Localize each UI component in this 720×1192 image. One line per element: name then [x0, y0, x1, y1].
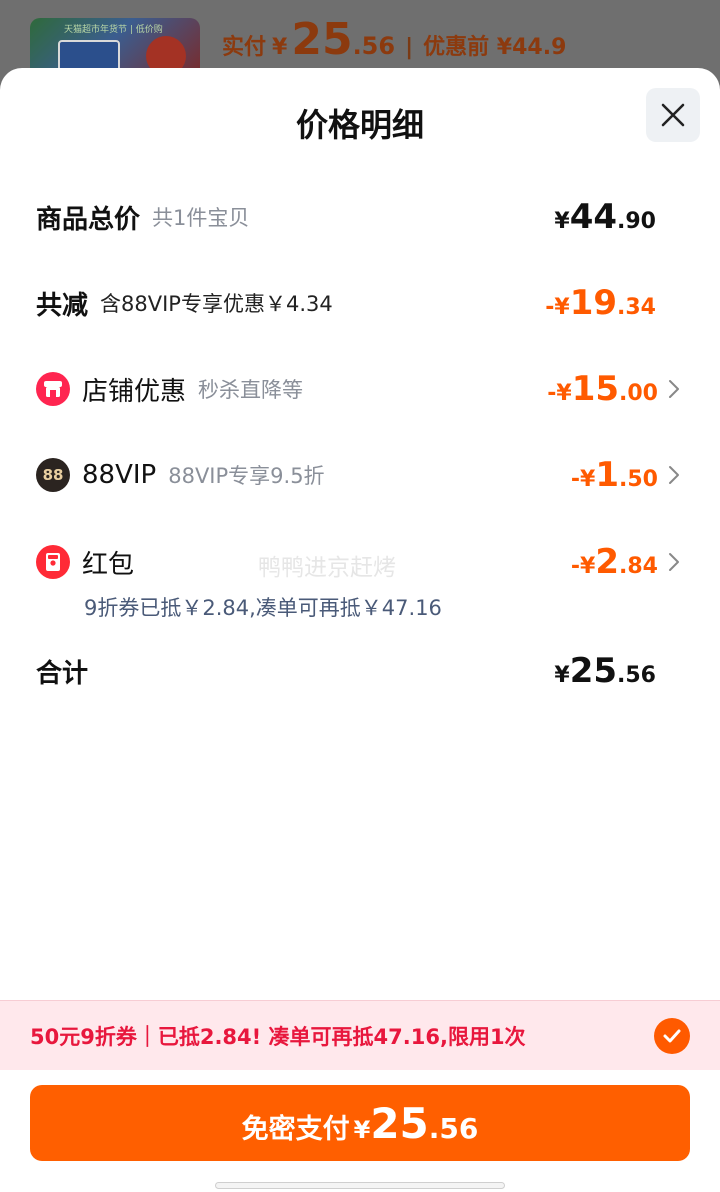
- paid-yen: ¥: [272, 35, 288, 60]
- vip-discount-label: 88VIP: [82, 460, 157, 490]
- sum-amount: ¥ 25 .56: [554, 651, 656, 691]
- vip-discount-decimal: .50: [619, 467, 658, 492]
- red-packet-icon: [36, 545, 70, 579]
- shop-discount-yen: -¥: [547, 381, 572, 406]
- shop-discount-row[interactable]: 店铺优惠 秒杀直降等 -¥ 15 .00: [36, 361, 684, 417]
- goods-count: 共1件宝贝: [152, 206, 250, 230]
- check-icon[interactable]: [654, 1018, 690, 1054]
- close-button[interactable]: [646, 88, 700, 142]
- home-indicator[interactable]: [215, 1182, 505, 1189]
- goods-total-decimal: .90: [617, 209, 656, 234]
- shop-discount-sub: 秒杀直降等: [198, 378, 304, 402]
- before-discount-price: 优惠前 ¥44.9: [423, 35, 567, 60]
- watermark-text: 鸭鸭进京赶烤: [258, 555, 396, 581]
- red-packet-amount: -¥ 2 .84: [571, 542, 658, 582]
- price-detail-sheet: 价格明细 商品总价 共1件宝贝 ¥ 44 .90 共减 含88VIP专享优惠￥4…: [0, 68, 720, 1192]
- chevron-right-icon: [668, 550, 684, 574]
- total-reduction-row: 共减 含88VIP专享优惠￥4.34 -¥ 19 .34: [36, 275, 684, 331]
- sum-label: 合计: [36, 658, 89, 689]
- goods-total-row: 商品总价 共1件宝贝 ¥ 44 .90: [36, 189, 684, 245]
- shop-discount-label: 店铺优惠: [82, 376, 187, 407]
- sum-yen: ¥: [554, 663, 570, 688]
- shop-discount-amount: -¥ 15 .00: [547, 369, 658, 409]
- vip-discount-amount: -¥ 1 .50: [571, 455, 658, 495]
- close-icon: [661, 103, 685, 127]
- goods-total-label: 商品总价: [36, 204, 141, 235]
- vip-discount-yen: -¥: [570, 467, 596, 492]
- shop-discount-integer: 15: [571, 369, 620, 409]
- shop-discount-decimal: .00: [619, 381, 658, 406]
- red-packet-decimal: .84: [619, 554, 658, 579]
- pay-button-yen: ¥: [353, 1116, 371, 1144]
- total-reduction-amount: -¥ 19 .34: [545, 283, 656, 323]
- price-separator: |: [405, 35, 414, 60]
- vip-discount-row[interactable]: 88 88VIP 88VIP专享9.5折 -¥ 1 .50: [36, 447, 684, 503]
- coupon-promo-text: 50元9折券｜已抵2.84! 凑单可再抵47.16,限用1次: [30, 1024, 526, 1049]
- red-packet-integer: 2: [595, 542, 620, 582]
- sheet-title: 价格明细: [295, 106, 424, 144]
- goods-total-yen: ¥: [554, 209, 570, 234]
- paid-integer: 25: [291, 14, 353, 65]
- sum-row: 合计 ¥ 25 .56: [36, 643, 684, 699]
- coupon-promo-bar[interactable]: 50元9折券｜已抵2.84! 凑单可再抵47.16,限用1次: [0, 1000, 720, 1070]
- red-packet-yen: -¥: [570, 554, 596, 579]
- total-reduction-label: 共减: [36, 290, 89, 321]
- background-price: 实付 ¥ 25 .56 | 优惠前 ¥44.9: [222, 14, 566, 65]
- total-reduction-integer: 19: [569, 283, 618, 323]
- paid-label: 实付: [222, 35, 267, 60]
- total-reduction-yen: -¥: [545, 295, 570, 320]
- total-reduction-decimal: .34: [617, 295, 656, 320]
- red-packet-label: 红包: [82, 549, 135, 580]
- sum-integer: 25: [569, 651, 618, 691]
- shop-icon: [36, 372, 70, 406]
- goods-total-integer: 44: [569, 197, 618, 237]
- thumbnail-label: 天猫超市年货节 | 低价购: [64, 25, 163, 35]
- pay-button-decimal: .56: [428, 1112, 479, 1145]
- goods-total-amount: ¥ 44 .90: [554, 197, 656, 237]
- pay-button-integer: 25: [370, 1099, 429, 1148]
- total-reduction-sub: 含88VIP专享优惠￥4.34: [100, 292, 333, 316]
- sum-decimal: .56: [617, 663, 656, 688]
- password-free-pay-button[interactable]: 免密支付 ¥ 25 .56: [30, 1085, 690, 1161]
- vip-discount-integer: 1: [595, 455, 620, 495]
- vip-discount-sub: 88VIP专享9.5折: [168, 464, 325, 488]
- chevron-right-icon: [668, 463, 684, 487]
- chevron-right-icon: [668, 377, 684, 401]
- 88vip-icon: 88: [36, 458, 70, 492]
- pay-button-label: 免密支付: [241, 1114, 350, 1145]
- red-packet-note: 9折券已抵￥2.84,凑单可再抵￥47.16: [84, 596, 442, 620]
- paid-decimal: .56: [352, 32, 396, 60]
